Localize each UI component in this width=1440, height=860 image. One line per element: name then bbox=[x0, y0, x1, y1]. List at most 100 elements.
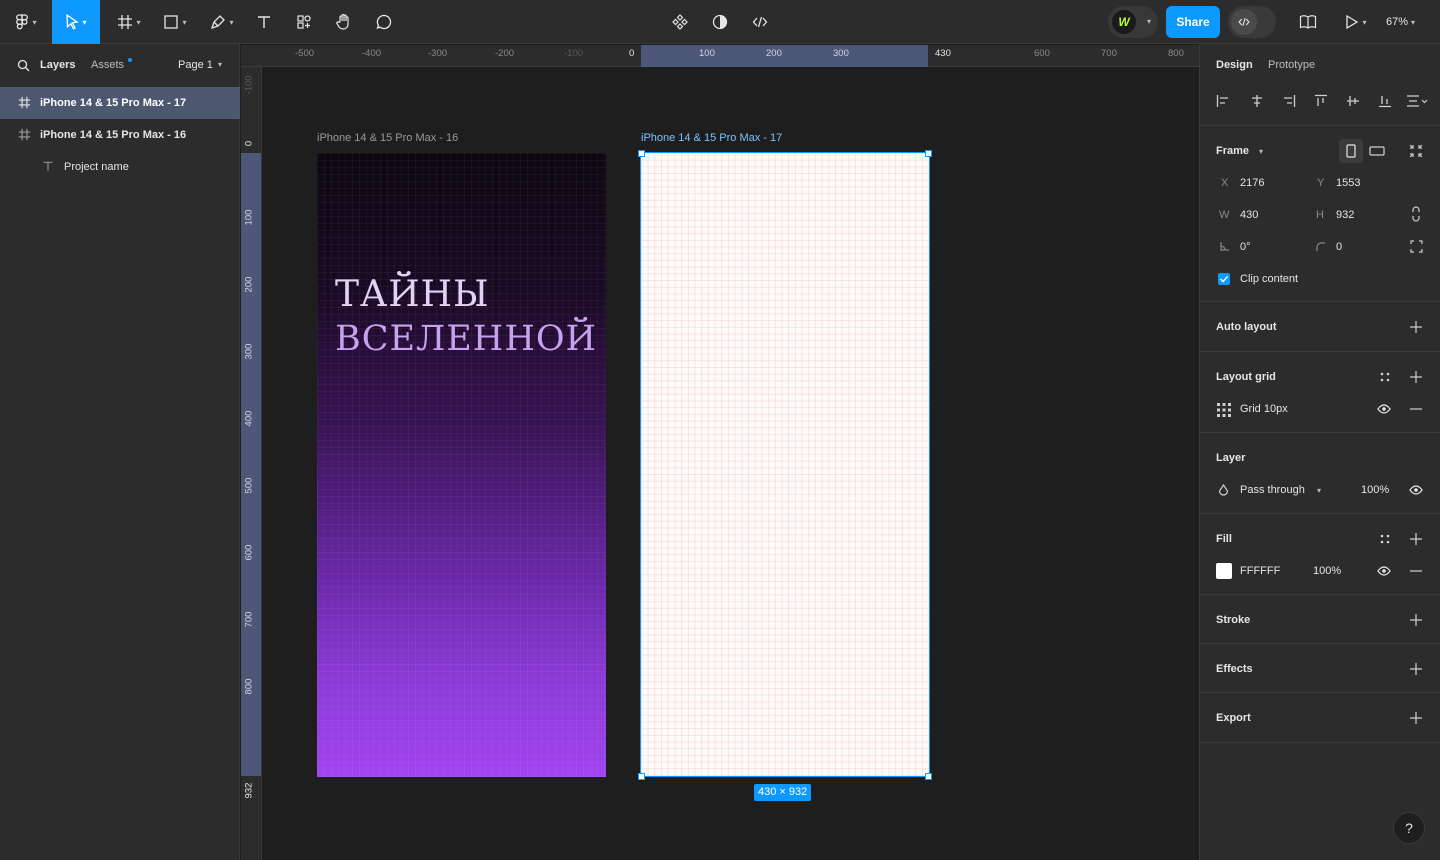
tab-assets[interactable]: Assets bbox=[91, 59, 124, 71]
present-button[interactable]: ▾ bbox=[1340, 0, 1372, 44]
plus-icon[interactable] bbox=[1410, 533, 1422, 545]
independent-corners-icon[interactable] bbox=[1410, 240, 1423, 253]
user-menu[interactable]: W ▾ bbox=[1108, 6, 1158, 38]
clip-content-checkbox[interactable] bbox=[1218, 273, 1230, 285]
eye-icon[interactable] bbox=[1377, 404, 1391, 414]
plus-icon[interactable] bbox=[1410, 371, 1422, 383]
y-input[interactable]: 1553 bbox=[1336, 177, 1360, 189]
resize-to-fit-icon[interactable] bbox=[1409, 144, 1423, 158]
plus-icon[interactable] bbox=[1410, 321, 1422, 333]
text-tool-button[interactable] bbox=[252, 0, 276, 44]
align-bottom-icon[interactable] bbox=[1378, 94, 1392, 108]
tab-prototype[interactable]: Prototype bbox=[1268, 59, 1315, 71]
hand-tool-button[interactable] bbox=[332, 0, 356, 44]
blend-mode-select[interactable]: Pass through bbox=[1240, 484, 1305, 496]
h-input[interactable]: 932 bbox=[1336, 209, 1354, 221]
main-menu-button[interactable]: ▾ bbox=[8, 0, 44, 44]
tab-design[interactable]: Design bbox=[1216, 59, 1253, 71]
corner-radius-input[interactable]: 0 bbox=[1336, 241, 1342, 253]
minus-icon[interactable] bbox=[1410, 570, 1422, 572]
library-button[interactable] bbox=[1296, 0, 1320, 44]
layer-row-frame-17[interactable]: iPhone 14 & 15 Pro Max - 17 bbox=[0, 87, 240, 119]
dev-mode-toggle[interactable] bbox=[1228, 6, 1276, 38]
eye-icon[interactable] bbox=[1409, 485, 1423, 495]
resize-handle-top-left[interactable] bbox=[638, 150, 645, 157]
frame-section-title[interactable]: Frame bbox=[1216, 145, 1249, 157]
fill-color-swatch[interactable] bbox=[1216, 563, 1232, 579]
frame-17-artboard[interactable] bbox=[640, 152, 930, 777]
w-input[interactable]: 430 bbox=[1240, 209, 1258, 221]
layer-section: Layer Pass through ▾ 100% bbox=[1200, 433, 1440, 514]
ruler-tick: -400 bbox=[362, 48, 382, 59]
fill-styles-icon[interactable] bbox=[1379, 533, 1391, 545]
zoom-menu[interactable]: 67% ▾ bbox=[1386, 0, 1415, 44]
resize-handle-bottom-left[interactable] bbox=[638, 773, 645, 780]
theme-toggle-button[interactable] bbox=[708, 0, 732, 44]
canvas[interactable]: iPhone 14 & 15 Pro Max - 16 ТАЙНЫ ВСЕЛЕН… bbox=[262, 67, 1199, 860]
fill-opacity-input[interactable]: 100% bbox=[1313, 565, 1341, 577]
ruler-vertical[interactable]: -100 0 100 200 300 400 500 600 700 800 9… bbox=[241, 67, 262, 860]
plus-icon[interactable] bbox=[1410, 663, 1422, 675]
constrain-proportions-icon[interactable] bbox=[1411, 206, 1421, 222]
frame-tool-button[interactable]: ▾ bbox=[112, 0, 146, 44]
layout-grid-title: Layout grid bbox=[1216, 371, 1276, 383]
distribute-icon[interactable] bbox=[1406, 94, 1428, 108]
align-right-icon[interactable] bbox=[1282, 94, 1296, 108]
landscape-icon[interactable] bbox=[1369, 146, 1385, 156]
frame-icon bbox=[18, 96, 31, 109]
align-left-icon[interactable] bbox=[1216, 94, 1230, 108]
layout-grid-section: Layout grid Grid 10px bbox=[1200, 352, 1440, 433]
move-tool-button[interactable]: ▾ bbox=[52, 0, 100, 44]
code-icon bbox=[752, 16, 768, 28]
frame-17-label[interactable]: iPhone 14 & 15 Pro Max - 17 bbox=[641, 132, 782, 144]
fill-title: Fill bbox=[1216, 533, 1232, 545]
x-input[interactable]: 2176 bbox=[1240, 177, 1264, 189]
frame-16-label[interactable]: iPhone 14 & 15 Pro Max - 16 bbox=[317, 132, 458, 144]
plus-icon[interactable] bbox=[1410, 712, 1422, 724]
contrast-icon bbox=[712, 14, 728, 30]
resources-button[interactable] bbox=[292, 0, 316, 44]
plus-icon[interactable] bbox=[1410, 614, 1422, 626]
fill-hex-input[interactable]: FFFFFF bbox=[1240, 565, 1280, 577]
page-selector[interactable]: Page 1 bbox=[178, 59, 213, 71]
ruler-tick: -100 bbox=[243, 75, 255, 95]
pen-tool-button[interactable]: ▾ bbox=[204, 0, 240, 44]
text-icon bbox=[43, 161, 53, 171]
ruler-horizontal[interactable]: -500 -400 -300 -200 -100 0 100 200 300 4… bbox=[241, 45, 1199, 67]
frame-16-grid-overlay bbox=[317, 153, 606, 777]
layer-row-project-name[interactable]: Project name bbox=[0, 151, 240, 183]
poster-title[interactable]: ТАЙНЫ ВСЕЛЕННОЙ bbox=[335, 273, 597, 361]
rotation-input[interactable]: 0° bbox=[1240, 241, 1251, 253]
portrait-orientation-button[interactable] bbox=[1339, 139, 1363, 163]
minus-icon[interactable] bbox=[1410, 408, 1422, 410]
ruler-tick: 300 bbox=[833, 48, 849, 59]
clip-content-label[interactable]: Clip content bbox=[1240, 273, 1298, 285]
frame-16-artboard[interactable]: ТАЙНЫ ВСЕЛЕННОЙ bbox=[317, 153, 606, 777]
code-button[interactable] bbox=[748, 0, 772, 44]
ruler-tick: 430 bbox=[935, 48, 951, 59]
comment-tool-button[interactable] bbox=[372, 0, 396, 44]
ruler-tick: 400 bbox=[243, 410, 255, 427]
help-button[interactable]: ? bbox=[1393, 812, 1425, 844]
share-button[interactable]: Share bbox=[1166, 6, 1220, 38]
layer-opacity-input[interactable]: 100% bbox=[1361, 484, 1389, 496]
eye-icon[interactable] bbox=[1377, 566, 1391, 576]
tab-layers[interactable]: Layers bbox=[40, 59, 75, 71]
align-top-icon[interactable] bbox=[1314, 94, 1328, 108]
components-button[interactable] bbox=[668, 0, 692, 44]
grid-icon[interactable] bbox=[1216, 402, 1232, 418]
align-horizontal-center-icon[interactable] bbox=[1250, 94, 1264, 108]
align-vertical-center-icon[interactable] bbox=[1346, 94, 1360, 108]
assets-update-dot bbox=[128, 58, 132, 62]
grid-styles-icon[interactable] bbox=[1379, 371, 1391, 383]
search-icon[interactable] bbox=[17, 59, 30, 72]
stroke-title: Stroke bbox=[1216, 614, 1251, 626]
poster-title-line-2: ВСЕЛЕННОЙ bbox=[335, 319, 598, 359]
frame-icon bbox=[18, 128, 31, 141]
grid-item-label[interactable]: Grid 10px bbox=[1240, 403, 1288, 415]
layers-panel: Layers Assets Page 1 ▾ iPhone 14 & 15 Pr… bbox=[0, 44, 240, 860]
resize-handle-bottom-right[interactable] bbox=[925, 773, 932, 780]
resize-handle-top-right[interactable] bbox=[925, 150, 932, 157]
shape-tool-button[interactable]: ▾ bbox=[158, 0, 192, 44]
layer-row-frame-16[interactable]: iPhone 14 & 15 Pro Max - 16 bbox=[0, 119, 240, 151]
